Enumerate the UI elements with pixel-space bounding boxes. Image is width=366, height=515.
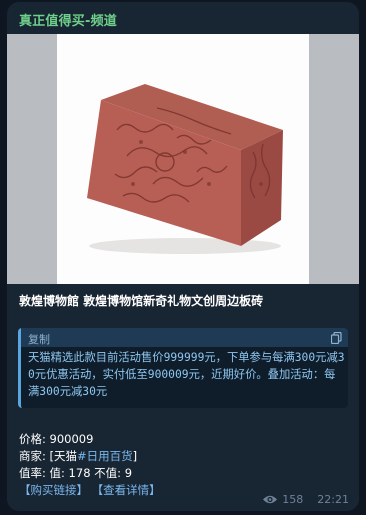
photo-blur-right xyxy=(309,34,359,284)
merchant-value: [天猫 xyxy=(49,449,78,463)
eye-icon xyxy=(263,495,278,504)
buy-link[interactable]: 【购买链接】 xyxy=(19,483,88,497)
price-value: 900009 xyxy=(49,432,94,446)
rate-label: 值率: xyxy=(19,466,46,480)
copy-icon[interactable] xyxy=(331,332,342,344)
copyable-quote-block[interactable]: 复制 天猫精选此款目前活动售价999999元，下单参与每满300元减30元优惠活… xyxy=(18,328,348,408)
merchant-hashtag[interactable]: #日用百货 xyxy=(77,449,133,463)
message-time: 22:21 xyxy=(317,493,349,506)
copy-label: 复制 xyxy=(28,333,50,346)
merchant-label: 商家: xyxy=(19,449,46,463)
details-link[interactable]: 【查看详情】 xyxy=(92,483,161,497)
price-label: 价格: xyxy=(19,432,46,446)
post-title: 敦煌博物館 敦煌博物馆新奇礼物文创周边板砖 xyxy=(19,294,264,308)
rate-value: 值: 178 不值: 9 xyxy=(49,466,133,480)
product-details: 价格: 900009 商家: [天猫#日用百货] 值率: 值: 178 不值: … xyxy=(19,431,349,499)
photo-blur-left xyxy=(7,34,57,284)
quote-header: 复制 xyxy=(21,328,348,347)
price-row: 价格: 900009 xyxy=(19,431,349,448)
message-bubble: 真正值得买-频道 敦煌博物館 敦煌博物馆新奇礼物文创周边板砖 复制 天猫精选此款… xyxy=(7,2,359,511)
quote-text[interactable]: 天猫精选此款目前活动售价999999元，下单参与每满300元减30元优惠活动，实… xyxy=(28,349,346,400)
brick-image xyxy=(87,84,283,254)
merchant-row: 商家: [天猫#日用百货] xyxy=(19,448,349,465)
rate-row: 值率: 值: 178 不值: 9 xyxy=(19,465,349,482)
view-count: 158 xyxy=(282,493,304,506)
message-meta: 158 22:21 xyxy=(262,493,349,506)
merchant-close: ] xyxy=(132,449,138,463)
product-photo[interactable] xyxy=(7,34,359,284)
channel-name[interactable]: 真正值得买-频道 xyxy=(19,10,117,29)
